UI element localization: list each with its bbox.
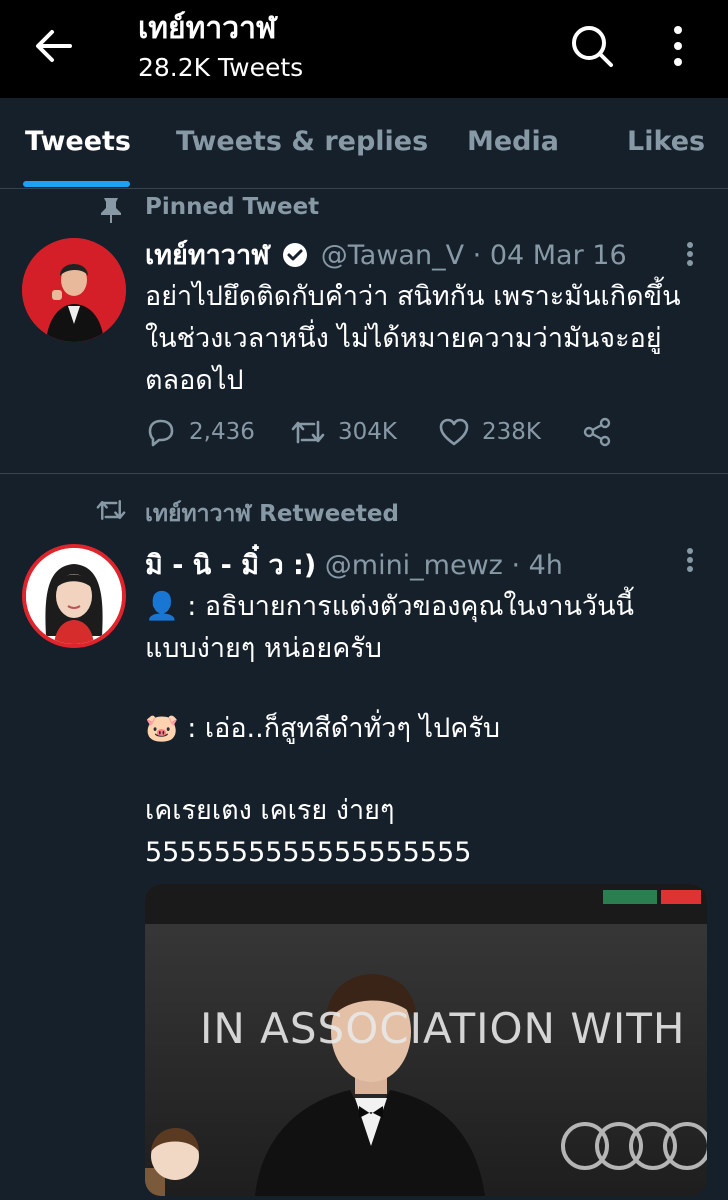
retweet-context-icon — [96, 500, 126, 520]
more-options-icon[interactable] — [658, 22, 698, 70]
tweet-media-image[interactable]: IN ASSOCIATION WITH — [145, 884, 707, 1196]
retweet-count: 304K — [338, 419, 397, 445]
retweeted-tweet[interactable]: เทย์ทาวาฬ Retweeted มิ - นิ - มิ๋ ว :) @… — [0, 474, 728, 1200]
profile-name-title: เทย์ทาวาฬ — [138, 11, 277, 46]
tweet-text-line: 🐷 : เอ่อ..ก็สูทสีดำทั่วๆ ไปครับ — [145, 713, 500, 744]
pinned-tweet[interactable]: Pinned Tweet เทย์ทาวาฬ @Tawan_V · 04 Mar… — [0, 188, 728, 474]
tweet-menu-icon[interactable] — [680, 546, 700, 574]
tweet-author-line: เทย์ทาวาฬ @Tawan_V · 04 Mar 16 — [145, 238, 627, 274]
tweet-date: · 04 Mar 16 — [472, 240, 627, 271]
author-name[interactable]: เทย์ทาวาฬ — [145, 240, 270, 271]
tweet-author-line: มิ - นิ - มิ๋ ว :) @mini_mewz · 4h — [145, 548, 563, 584]
like-button[interactable]: 238K — [438, 416, 541, 448]
retweet-icon — [291, 420, 325, 444]
tweet-count: 28.2K Tweets — [138, 53, 304, 82]
image-overlay-text: IN ASSOCIATION WITH — [200, 1004, 686, 1053]
avatar-image — [22, 238, 126, 342]
active-tab-indicator — [23, 181, 130, 187]
pin-icon — [101, 198, 121, 223]
tweet-text-line: 👤 : อธิบายการแต่งตัวของคุณในงานวันนี้ — [145, 591, 635, 622]
share-button[interactable] — [581, 416, 625, 448]
top-bar: เทย์ทาวาฬ 28.2K Tweets — [0, 0, 728, 98]
search-icon[interactable] — [568, 22, 616, 70]
pinned-label: Pinned Tweet — [145, 194, 320, 220]
tweet-text-line: เคเรยเตง เคเรย ง่ายๆ — [145, 795, 395, 826]
tab-likes[interactable]: Likes — [627, 126, 705, 157]
reply-button[interactable]: 2,436 — [145, 416, 255, 448]
verified-badge-icon — [283, 243, 308, 267]
tweet-text-line: 5555555555555555555 — [145, 837, 472, 868]
reply-count: 2,436 — [189, 419, 255, 445]
tweet-menu-icon[interactable] — [680, 240, 700, 268]
tweet-time: · 4h — [511, 550, 563, 581]
tab-tweets-replies[interactable]: Tweets & replies — [176, 126, 428, 157]
tweet-actions: 2,436 304K 238K — [145, 416, 705, 456]
tweet-text: อย่าไปยึดติดกับคำว่า สนิทกัน เพราะมันเกิ… — [145, 281, 681, 396]
reply-icon — [148, 419, 174, 447]
like-count: 238K — [482, 419, 541, 445]
author-handle[interactable]: @Tawan_V — [321, 240, 464, 271]
avatar-image — [26, 548, 122, 644]
tab-tweets[interactable]: Tweets — [25, 126, 131, 157]
avatar[interactable] — [22, 544, 126, 648]
share-icon — [583, 417, 611, 447]
retweeted-by-label: เทย์ทาวาฬ Retweeted — [145, 501, 399, 527]
tab-media[interactable]: Media — [467, 126, 559, 157]
heart-icon — [439, 418, 469, 446]
retweet-button[interactable]: 304K — [290, 416, 397, 448]
avatar[interactable] — [22, 238, 126, 342]
author-handle[interactable]: @mini_mewz — [325, 550, 503, 581]
author-name[interactable]: มิ - นิ - มิ๋ ว :) — [145, 550, 316, 581]
back-arrow-icon[interactable] — [30, 22, 78, 70]
profile-tabs: Tweets Tweets & replies Media Likes — [0, 98, 728, 189]
tweet-text-line: แบบง่ายๆ หน่อยครับ — [145, 633, 382, 664]
